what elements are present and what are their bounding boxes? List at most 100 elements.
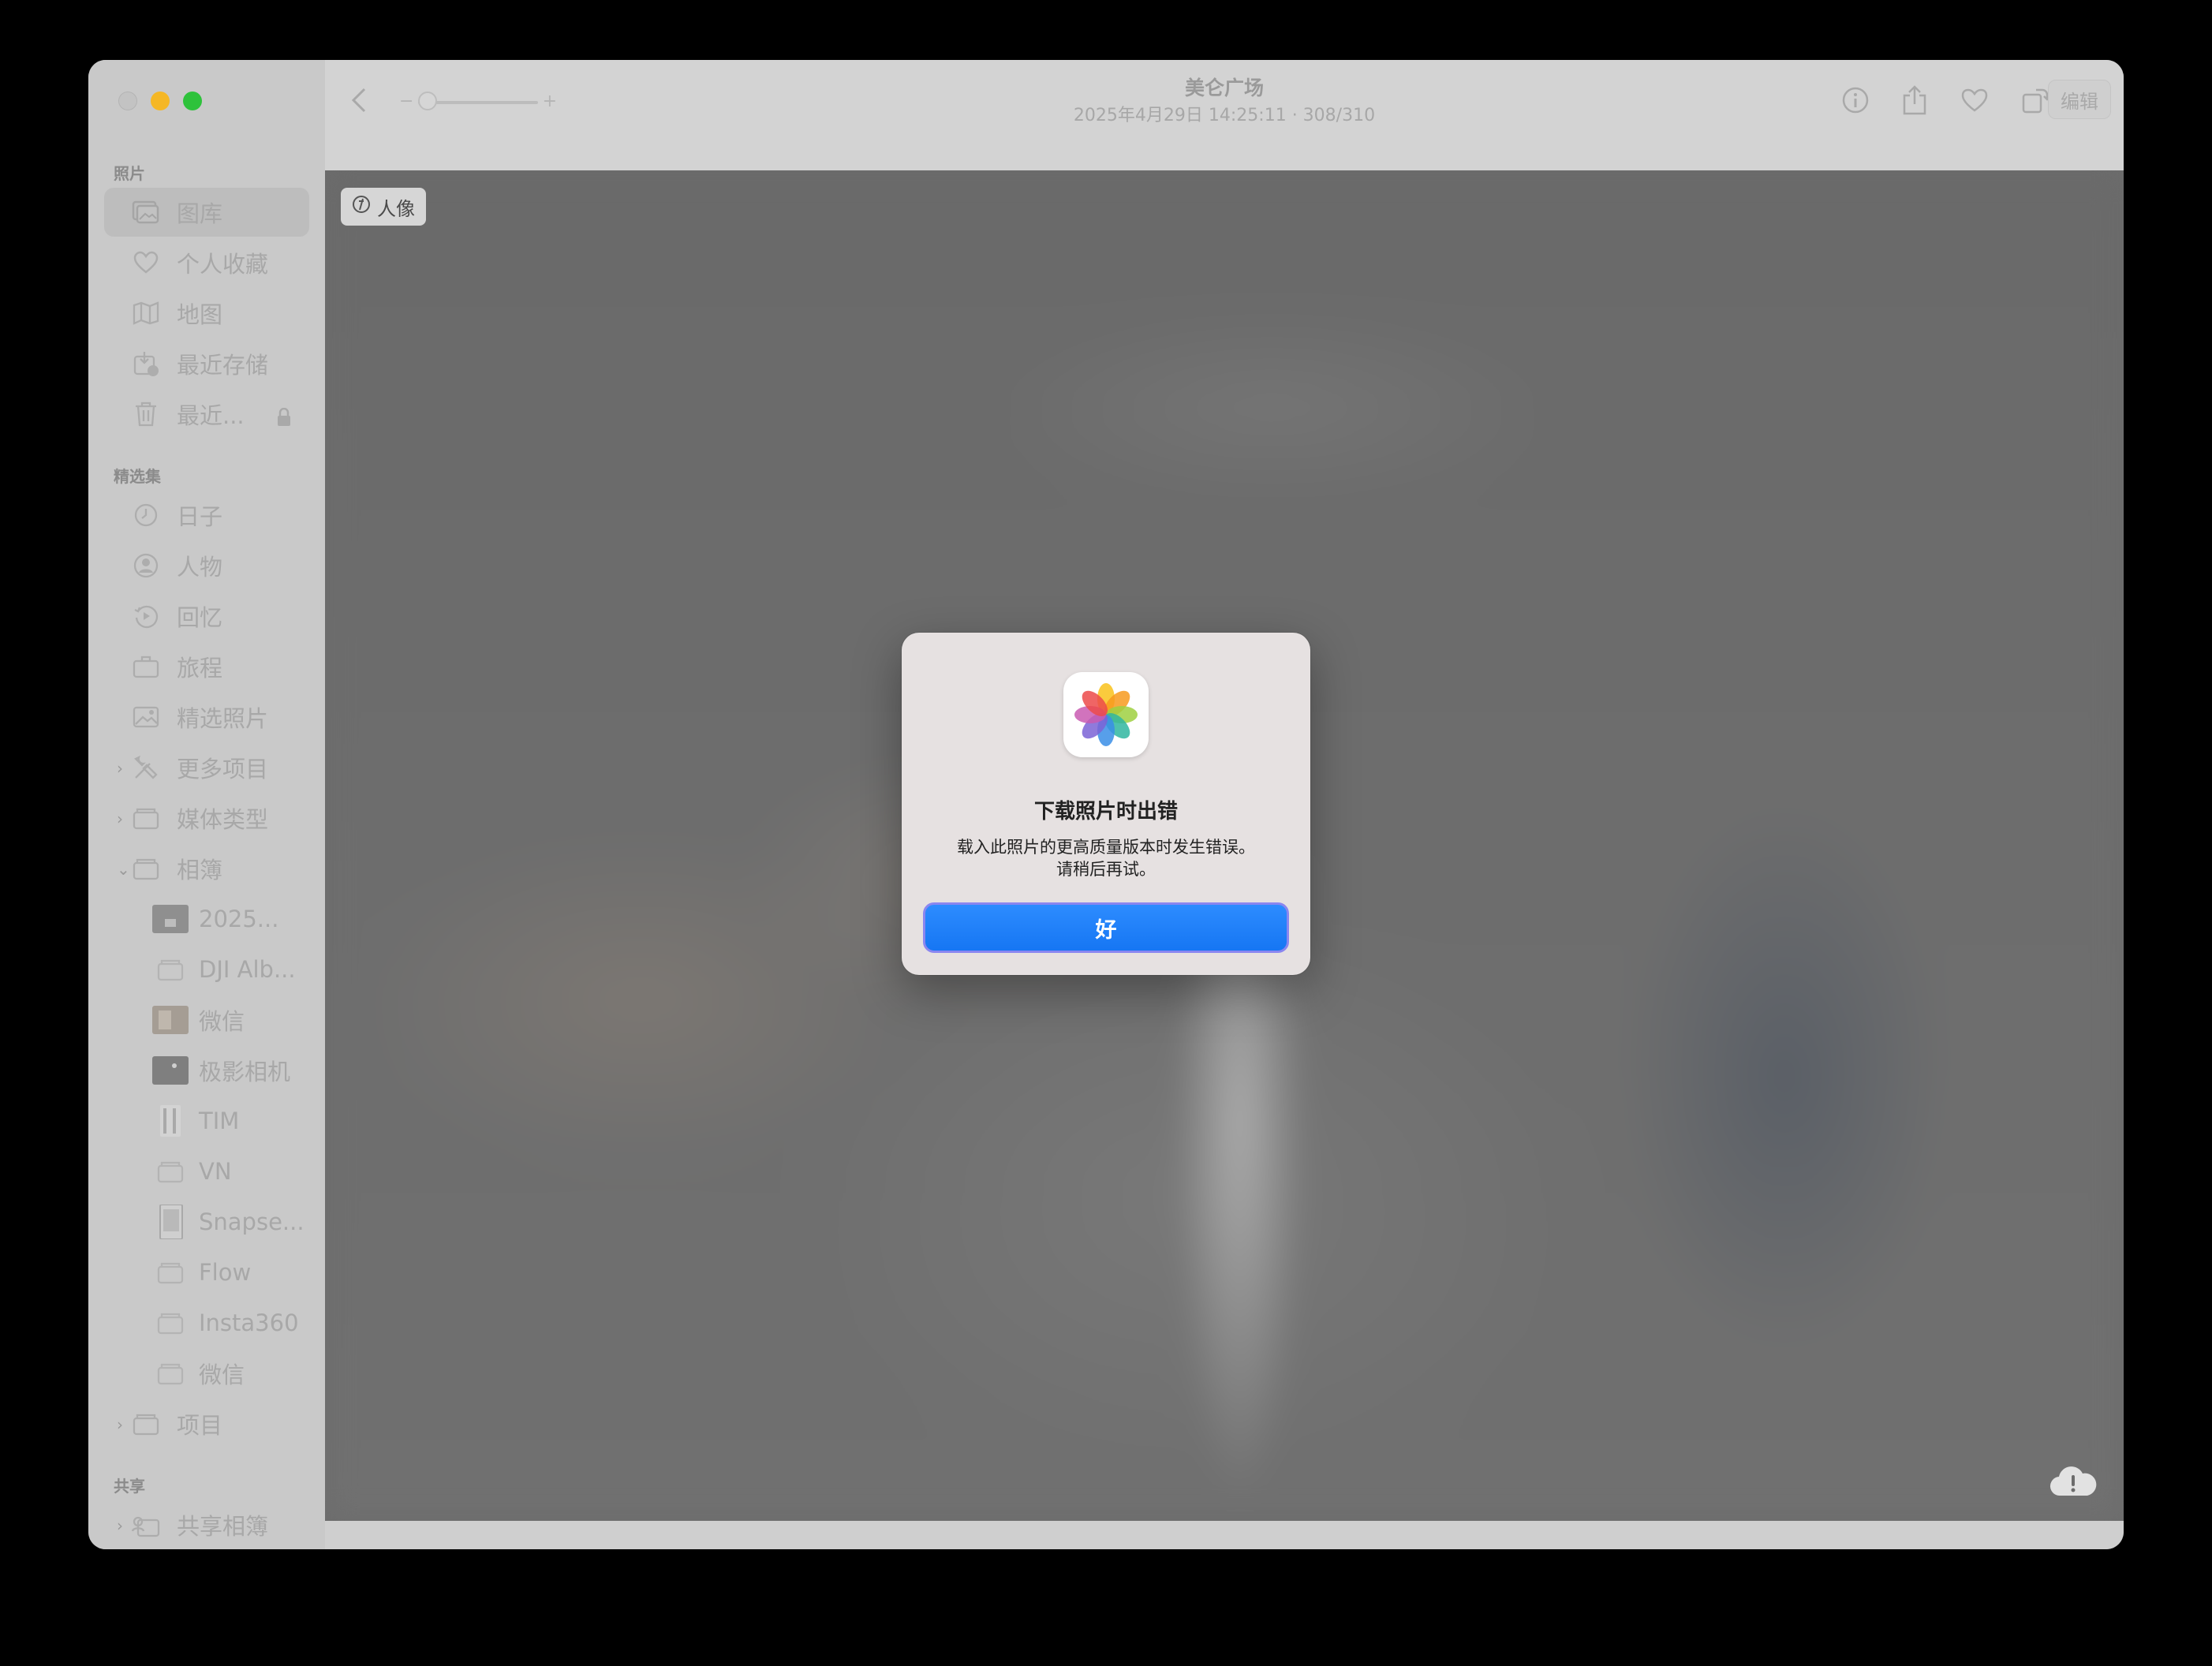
sidebar-item-projects[interactable]: › 项目 (104, 1399, 309, 1448)
tools-icon (131, 753, 161, 783)
portrait-badge[interactable]: 人像 (341, 188, 426, 226)
sidebar-item-label: VN (199, 1158, 232, 1185)
sidebar-item-album-2025[interactable]: 2025... (104, 895, 309, 943)
sidebar-item-label: 回忆 (177, 604, 223, 631)
sidebar-item-albums[interactable]: ⌄ 相簿 (104, 844, 309, 893)
sidebar-item-label: 人物 (177, 554, 223, 581)
sidebar-item-map[interactable]: 地图 (104, 289, 309, 338)
sidebar-item-memories[interactable]: 回忆 (104, 592, 309, 641)
dialog-message-line1: 载入此照片的更高质量版本时发生错误。 (957, 838, 1255, 857)
sidebar-item-label: 相簿 (177, 857, 223, 883)
ok-button[interactable]: 好 (923, 902, 1289, 953)
album-thumb-icon (151, 1005, 189, 1035)
minimize-window-button[interactable] (151, 92, 170, 110)
sidebar-item-album-tim[interactable]: TIM (104, 1096, 309, 1145)
album-icon (151, 1308, 189, 1338)
chevron-right-icon[interactable]: › (117, 759, 123, 778)
folder-icon (131, 854, 161, 883)
share-icon (1901, 84, 1928, 119)
edit-button[interactable]: 编辑 (2048, 80, 2111, 119)
sidebar-item-people[interactable]: 人物 (104, 541, 309, 590)
sidebar: 照片 图库 个人收藏 地图 最近存储 最近... 精选集 日子 人物 回忆 旅程… (88, 60, 325, 1549)
album-thumb-icon (151, 904, 189, 934)
sidebar-item-label: 媒体类型 (177, 806, 269, 833)
sidebar-item-library[interactable]: 图库 (104, 188, 309, 237)
dialog-title: 下载照片时出错 (1033, 800, 1178, 824)
person-icon (131, 551, 161, 581)
sidebar-item-album-vn[interactable]: VN (104, 1147, 309, 1196)
sidebar-item-album-dji[interactable]: DJI Alb... (104, 945, 309, 994)
suitcase-icon (131, 652, 161, 682)
sidebar-item-label: 项目 (177, 1412, 223, 1439)
sidebar-item-trips[interactable]: 旅程 (104, 642, 309, 691)
info-button[interactable] (1837, 84, 1874, 120)
album-icon (151, 954, 189, 984)
shared-album-icon (131, 1510, 161, 1540)
sidebar-item-label: 更多项目 (177, 756, 269, 783)
sidebar-item-label: 最近存储 (177, 352, 269, 379)
folder-icon (131, 803, 161, 833)
sidebar-item-label: 个人收藏 (177, 251, 269, 278)
album-icon (151, 1257, 189, 1287)
trash-icon (131, 399, 161, 429)
sidebar-item-label: Flow (199, 1259, 252, 1286)
sidebar-item-album-flow[interactable]: Flow (104, 1248, 309, 1297)
library-icon (131, 197, 161, 227)
bottom-bar (325, 1521, 2124, 1549)
sidebar-item-label: 日子 (177, 503, 223, 530)
rotate-icon (2020, 85, 2051, 118)
cloud-error-icon[interactable] (2049, 1466, 2097, 1500)
heart-icon (1960, 88, 1989, 116)
sidebar-item-label: 地图 (177, 301, 223, 328)
sidebar-item-album-wechat-2[interactable]: 微信 (104, 1349, 309, 1398)
album-thumb-icon (151, 1205, 189, 1239)
sidebar-item-album-snapseed[interactable]: Snapse... (104, 1197, 309, 1246)
folder-icon (131, 1409, 161, 1439)
memories-icon (131, 601, 161, 631)
sidebar-item-label: Snapse... (199, 1208, 305, 1235)
map-icon (131, 298, 161, 328)
chevron-down-icon[interactable]: ⌄ (117, 860, 130, 879)
aperture-icon (352, 195, 371, 219)
close-window-button[interactable] (118, 92, 137, 110)
window-controls (118, 92, 202, 110)
sidebar-item-label: 2025... (199, 906, 279, 932)
section-photos-label: 照片 (114, 164, 145, 183)
sidebar-item-label: 图库 (177, 200, 223, 227)
chevron-right-icon[interactable]: › (117, 1516, 123, 1535)
lock-icon (276, 405, 292, 432)
sidebar-item-more-projects[interactable]: › 更多项目 (104, 743, 309, 792)
sidebar-item-featured-photos[interactable]: 精选照片 (104, 693, 309, 741)
sidebar-item-album-insta360[interactable]: Insta360 (104, 1298, 309, 1347)
sidebar-item-label: Insta360 (199, 1309, 299, 1336)
sidebar-item-recently-deleted[interactable]: 最近... (104, 390, 309, 439)
sidebar-item-label: 精选照片 (177, 705, 269, 732)
album-icon (151, 1156, 189, 1186)
sidebar-item-days[interactable]: 日子 (104, 491, 309, 540)
chevron-right-icon[interactable]: › (117, 1415, 123, 1434)
album-thumb-icon (151, 1055, 189, 1085)
dialog-message-line2: 请稍后再试。 (1056, 860, 1156, 879)
photos-app-icon (1063, 672, 1149, 757)
sidebar-item-label: 旅程 (177, 655, 223, 682)
album-thumb-icon (151, 1105, 189, 1137)
sidebar-item-label: TIM (199, 1108, 240, 1134)
dialog-message: 载入此照片的更高质量版本时发生错误。 请稍后再试。 (917, 836, 1295, 880)
zoom-window-button[interactable] (183, 92, 202, 110)
sidebar-item-label: DJI Alb... (199, 956, 296, 983)
chevron-right-icon[interactable]: › (117, 809, 123, 828)
favorite-button[interactable] (1956, 84, 1993, 120)
sidebar-item-recently-saved[interactable]: 最近存储 (104, 339, 309, 388)
sidebar-item-album-jiying[interactable]: 极影相机 (104, 1046, 309, 1095)
sidebar-item-label: 微信 (199, 1362, 245, 1388)
sidebar-item-shared-albums[interactable]: › 共享相簿 (104, 1500, 309, 1549)
sidebar-item-label: 共享相簿 (177, 1513, 269, 1540)
sidebar-item-favorites[interactable]: 个人收藏 (104, 238, 309, 287)
album-icon (151, 1358, 189, 1388)
sidebar-item-album-wechat[interactable]: 微信 (104, 995, 309, 1044)
sidebar-item-label: 极影相机 (199, 1059, 291, 1085)
share-button[interactable] (1896, 84, 1933, 120)
heart-icon (131, 248, 161, 278)
sidebar-item-media-types[interactable]: › 媒体类型 (104, 794, 309, 842)
recently-saved-icon (131, 349, 161, 379)
